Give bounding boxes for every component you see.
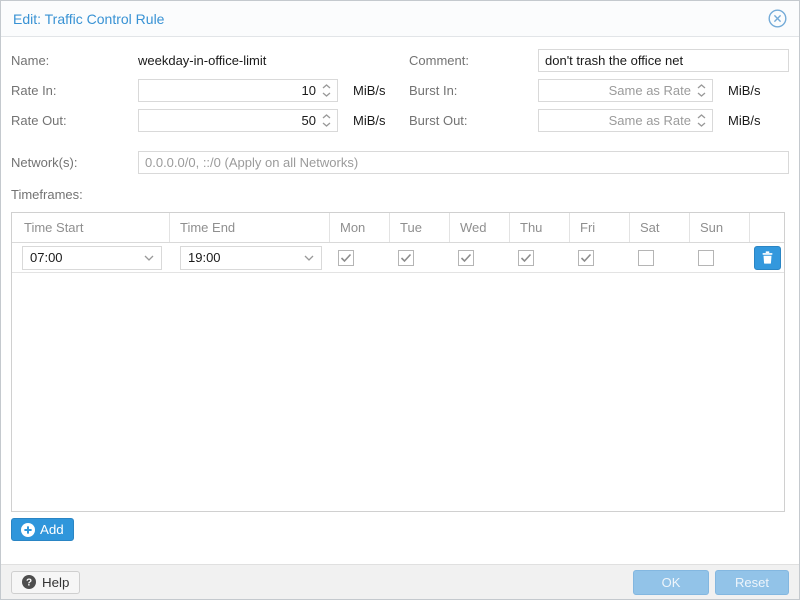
- rate-out-field[interactable]: [138, 109, 338, 132]
- networks-label: Network(s):: [11, 155, 138, 170]
- checkbox-sat[interactable]: [638, 250, 654, 266]
- column-header-wed[interactable]: Wed: [450, 213, 510, 242]
- checkbox-tue[interactable]: [398, 250, 414, 266]
- rate-in-label: Rate In:: [11, 83, 138, 98]
- check-icon: [520, 253, 532, 263]
- column-header-mon[interactable]: Mon: [330, 213, 390, 242]
- rate-out-label: Rate Out:: [11, 113, 138, 128]
- rate-in-unit: MiB/s: [353, 83, 386, 98]
- spinner-down-button[interactable]: [322, 92, 331, 97]
- burst-out-input[interactable]: [545, 110, 691, 131]
- spinner-up-button[interactable]: [697, 114, 706, 119]
- trash-icon: [762, 251, 773, 264]
- column-header-sat[interactable]: Sat: [630, 213, 690, 242]
- timeframes-table-body: [12, 273, 784, 511]
- rate-out-spinner: [322, 114, 331, 127]
- comment-label: Comment:: [409, 53, 538, 68]
- comment-field[interactable]: [538, 49, 789, 72]
- spinner-down-button[interactable]: [697, 122, 706, 127]
- burst-in-unit: MiB/s: [728, 83, 761, 98]
- burst-in-input[interactable]: [545, 80, 691, 101]
- reset-button[interactable]: Reset: [715, 570, 789, 595]
- help-button[interactable]: ? Help: [11, 571, 80, 594]
- chevron-down-icon[interactable]: [304, 255, 314, 261]
- burst-in-label: Burst In:: [409, 83, 538, 98]
- help-icon: ?: [22, 575, 36, 589]
- time-end-input[interactable]: [188, 247, 304, 269]
- column-header-thu[interactable]: Thu: [510, 213, 570, 242]
- delete-row-button[interactable]: [754, 246, 781, 270]
- help-button-label: Help: [42, 575, 69, 590]
- spinner-up-button[interactable]: [697, 84, 706, 89]
- column-header-actions: [750, 213, 784, 242]
- chevron-down-icon[interactable]: [144, 255, 154, 261]
- spinner-down-button[interactable]: [697, 92, 706, 97]
- comment-input[interactable]: [545, 50, 782, 71]
- dialog-body: Name: weekday-in-office-limit Rate In:: [1, 37, 799, 564]
- burst-in-spinner: [697, 84, 706, 97]
- timeframes-table: Time Start Time End Mon Tue Wed Thu Fri …: [11, 212, 785, 512]
- spinner-down-button[interactable]: [322, 122, 331, 127]
- add-button[interactable]: Add: [11, 518, 74, 541]
- checkbox-wed[interactable]: [458, 250, 474, 266]
- burst-out-unit: MiB/s: [728, 113, 761, 128]
- ok-button[interactable]: OK: [633, 570, 709, 595]
- networks-input[interactable]: [145, 152, 782, 173]
- checkbox-fri[interactable]: [578, 250, 594, 266]
- timeframes-table-header: Time Start Time End Mon Tue Wed Thu Fri …: [12, 213, 784, 243]
- timeframes-label: Timeframes:: [11, 187, 789, 202]
- spinner-up-button[interactable]: [322, 84, 331, 89]
- checkbox-mon[interactable]: [338, 250, 354, 266]
- rate-out-input[interactable]: [145, 110, 316, 131]
- rate-in-field[interactable]: [138, 79, 338, 102]
- dialog-titlebar: Edit: Traffic Control Rule: [1, 1, 799, 37]
- close-icon: [768, 9, 787, 28]
- column-header-time-start[interactable]: Time Start: [12, 213, 170, 242]
- column-header-fri[interactable]: Fri: [570, 213, 630, 242]
- check-icon: [460, 253, 472, 263]
- timeframe-row: [12, 243, 784, 273]
- plus-icon: [21, 523, 35, 537]
- networks-field[interactable]: [138, 151, 789, 174]
- rate-out-unit: MiB/s: [353, 113, 386, 128]
- check-icon: [400, 253, 412, 263]
- add-button-label: Add: [40, 522, 64, 537]
- svg-text:?: ?: [26, 578, 32, 589]
- traffic-control-rule-dialog: Edit: Traffic Control Rule Name: weekday…: [0, 0, 800, 600]
- column-header-sun[interactable]: Sun: [690, 213, 750, 242]
- time-start-input[interactable]: [30, 247, 144, 269]
- dialog-footer: ? Help OK Reset: [1, 564, 799, 599]
- name-label: Name:: [11, 53, 138, 68]
- burst-out-field[interactable]: [538, 109, 713, 132]
- time-end-combo[interactable]: [180, 246, 322, 270]
- check-icon: [580, 253, 592, 263]
- checkbox-sun[interactable]: [698, 250, 714, 266]
- column-header-tue[interactable]: Tue: [390, 213, 450, 242]
- rate-in-spinner: [322, 84, 331, 97]
- spinner-up-button[interactable]: [322, 114, 331, 119]
- dialog-title: Edit: Traffic Control Rule: [13, 11, 164, 27]
- column-header-time-end[interactable]: Time End: [170, 213, 330, 242]
- check-icon: [340, 253, 352, 263]
- burst-in-field[interactable]: [538, 79, 713, 102]
- name-value: weekday-in-office-limit: [138, 53, 266, 68]
- checkbox-thu[interactable]: [518, 250, 534, 266]
- burst-out-label: Burst Out:: [409, 113, 538, 128]
- rate-in-input[interactable]: [145, 80, 316, 101]
- time-start-combo[interactable]: [22, 246, 162, 270]
- close-button[interactable]: [768, 9, 787, 28]
- burst-out-spinner: [697, 114, 706, 127]
